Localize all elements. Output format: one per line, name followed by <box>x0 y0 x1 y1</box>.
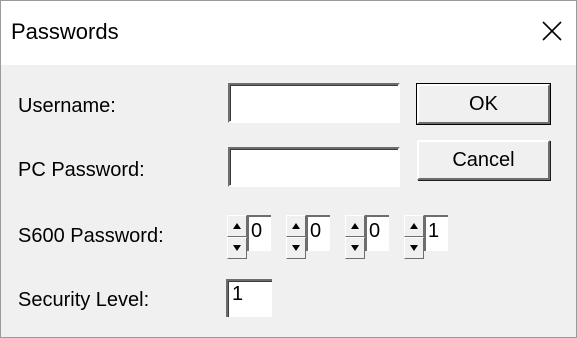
spin-up-button[interactable] <box>345 215 365 237</box>
window-title: Passwords <box>11 19 119 44</box>
username-input[interactable] <box>228 83 400 123</box>
arrow-up-icon <box>233 223 241 229</box>
security-level-field[interactable]: 1 <box>226 279 272 317</box>
arrow-up-icon <box>410 223 418 229</box>
security-level-label: Security Level: <box>18 289 150 311</box>
title-bar[interactable]: Passwords <box>1 1 576 65</box>
spin-up-button[interactable] <box>404 215 424 237</box>
cancel-button[interactable]: Cancel <box>417 140 550 180</box>
arrow-up-icon <box>292 223 300 229</box>
spinner-3[interactable] <box>345 215 365 259</box>
s600-digit-field[interactable]: 0 <box>365 215 389 251</box>
spin-down-button[interactable] <box>227 237 247 259</box>
pc-password-input[interactable] <box>228 147 400 187</box>
arrow-down-icon <box>351 245 359 251</box>
spinner-2[interactable] <box>286 215 306 259</box>
s600-digit-field[interactable]: 1 <box>424 215 448 251</box>
ok-button[interactable]: OK <box>416 83 551 125</box>
s600-password-label: S600 Password: <box>18 225 164 247</box>
close-icon <box>542 21 562 41</box>
spinner-4[interactable] <box>404 215 424 259</box>
spin-down-button[interactable] <box>345 237 365 259</box>
passwords-dialog: Passwords Username: PC Password: OK Canc… <box>0 0 577 338</box>
spin-up-button[interactable] <box>286 215 306 237</box>
s600-digit-field[interactable]: 0 <box>247 215 271 251</box>
spin-down-button[interactable] <box>286 237 306 259</box>
arrow-down-icon <box>292 245 300 251</box>
spinner-1[interactable] <box>227 215 247 259</box>
spin-up-button[interactable] <box>227 215 247 237</box>
arrow-down-icon <box>410 245 418 251</box>
spin-down-button[interactable] <box>404 237 424 259</box>
s600-digit-field[interactable]: 0 <box>306 215 330 251</box>
arrow-up-icon <box>351 223 359 229</box>
pc-password-label: PC Password: <box>18 159 145 181</box>
close-button[interactable] <box>534 11 570 51</box>
username-label: Username: <box>18 95 116 117</box>
arrow-down-icon <box>233 245 241 251</box>
